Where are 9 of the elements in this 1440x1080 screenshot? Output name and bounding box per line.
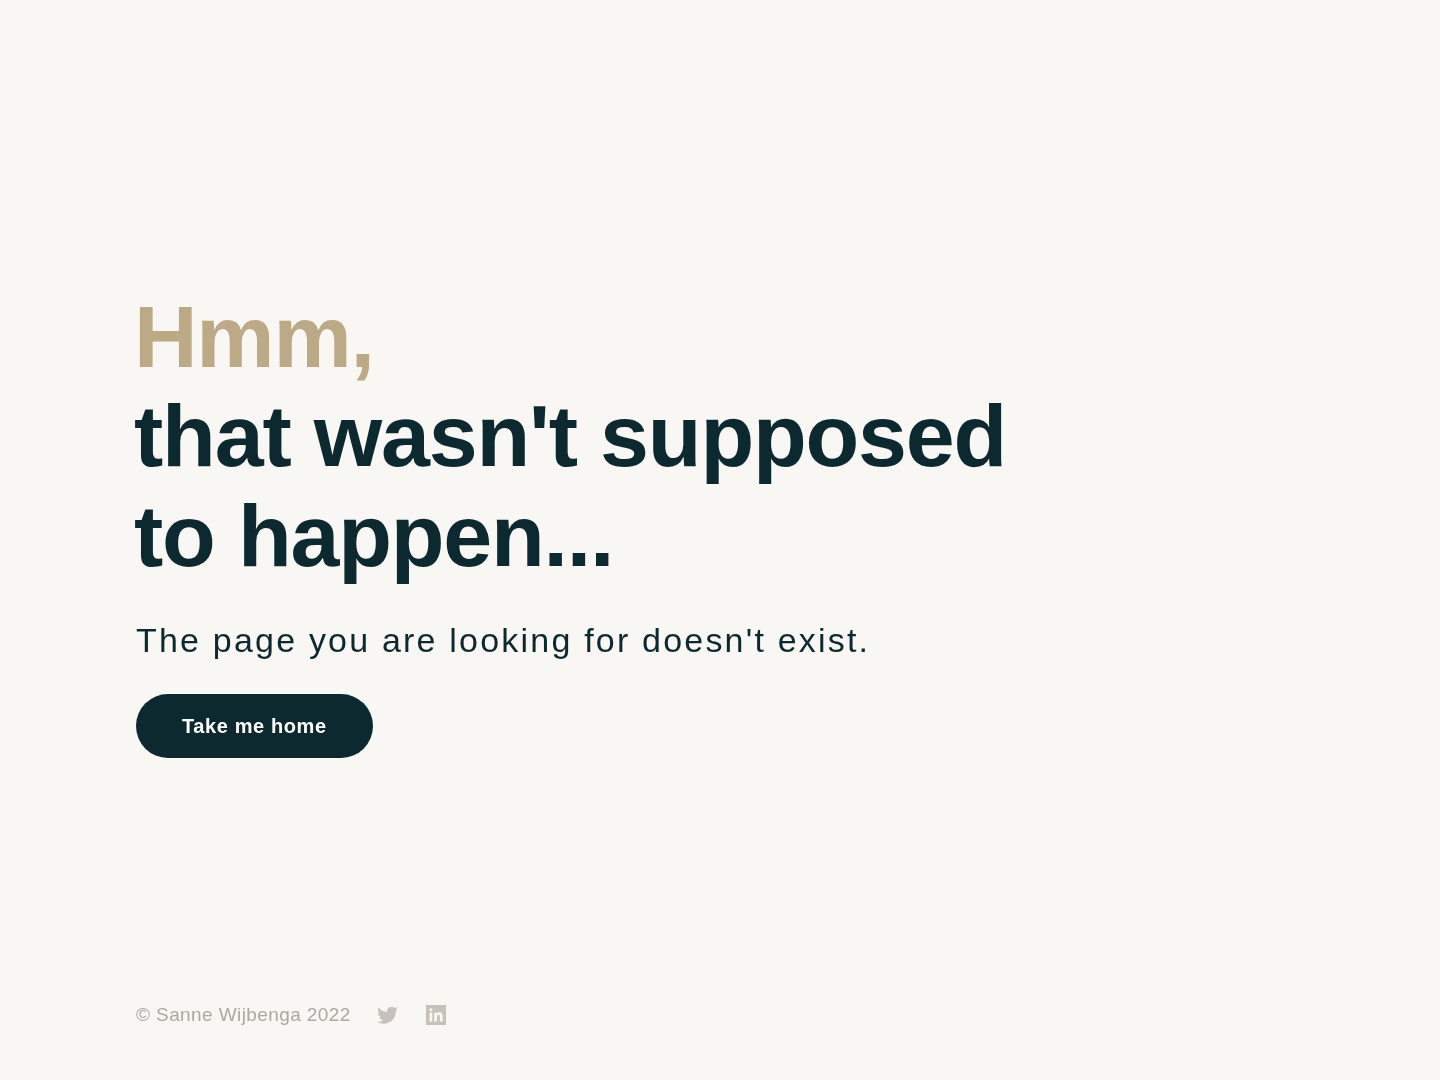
error-message: The page you are looking for doesn't exist.	[136, 620, 872, 660]
twitter-link[interactable]	[376, 1006, 398, 1024]
bird-icon	[376, 1006, 398, 1024]
linkedin-link[interactable]	[425, 1005, 446, 1025]
heading-accent: Hmm,	[134, 288, 375, 386]
heading-text: that wasn't supposed to happen...	[134, 386, 1008, 586]
linkedin-icon	[425, 1005, 446, 1025]
copyright-text: © Sanne Wijbenga 2022	[136, 1003, 351, 1027]
home-button[interactable]: Take me home	[136, 694, 373, 758]
